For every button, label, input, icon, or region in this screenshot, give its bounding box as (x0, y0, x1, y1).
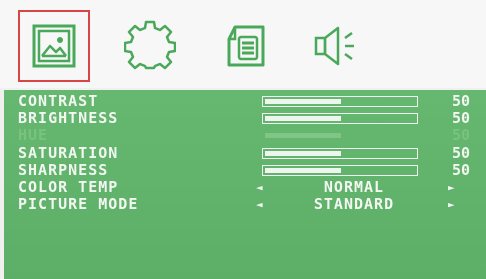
setting-slider[interactable] (262, 113, 418, 125)
setting-slider (262, 130, 418, 141)
gear-icon (124, 20, 176, 70)
slider-fill (265, 167, 341, 173)
tab-options[interactable] (212, 10, 284, 82)
arrow-left-icon[interactable]: ◄ (256, 179, 263, 196)
option-label: PICTURE MODE (18, 195, 139, 214)
setting-value: 50 (451, 92, 470, 110)
picture-icon (32, 24, 76, 68)
option-value: NORMAL (323, 178, 385, 196)
tab-picture[interactable] (18, 10, 90, 82)
tab-setup[interactable] (114, 10, 186, 82)
slider-fill (265, 133, 341, 139)
arrow-right-icon[interactable]: ► (448, 179, 455, 196)
option-row-picture-mode[interactable]: PICTURE MODE ◄ STANDARD ► (4, 196, 486, 213)
setting-row-saturation[interactable]: SATURATION 50 (4, 143, 486, 162)
slider-fill (265, 116, 341, 122)
speaker-icon (314, 26, 354, 66)
arrow-left-icon[interactable]: ◄ (256, 196, 263, 213)
setting-row-hue: HUE 50 (4, 127, 486, 144)
setting-value: 50 (451, 126, 470, 145)
setting-row-sharpness[interactable]: SHARPNESS 50 (4, 160, 486, 179)
slider-fill (265, 99, 341, 104)
setting-label: SATURATION (18, 143, 119, 162)
setting-label: CONTRAST (18, 92, 99, 110)
slider-fill (265, 150, 341, 156)
osd-menu: CONTRAST 50 BRIGHTNESS 50 HUE 50 SATURATION 50 S… (0, 0, 486, 279)
setting-label: HUE (18, 126, 49, 145)
picture-settings-panel: CONTRAST 50 BRIGHTNESS 50 HUE 50 SATURATION 50 S… (4, 90, 486, 279)
category-tab-bar (0, 0, 486, 88)
setting-slider[interactable] (262, 147, 418, 159)
setting-label: BRIGHTNESS (18, 109, 119, 128)
option-row-color-temp[interactable]: COLOR TEMP ◄ NORMAL ► (4, 179, 486, 196)
setting-slider[interactable] (262, 164, 418, 176)
arrow-right-icon[interactable]: ► (448, 196, 455, 213)
setting-value: 50 (451, 109, 470, 128)
setting-row-brightness[interactable]: BRIGHTNESS 50 (4, 110, 486, 127)
document-icon (227, 25, 265, 67)
setting-label: SHARPNESS (18, 160, 109, 179)
setting-value: 50 (451, 160, 470, 179)
setting-slider[interactable] (262, 96, 418, 107)
setting-value: 50 (451, 143, 470, 162)
option-label: COLOR TEMP (18, 178, 119, 196)
setting-row-contrast[interactable]: CONTRAST 50 (4, 93, 486, 110)
option-value: STANDARD (313, 195, 395, 214)
tab-audio[interactable] (304, 10, 376, 82)
